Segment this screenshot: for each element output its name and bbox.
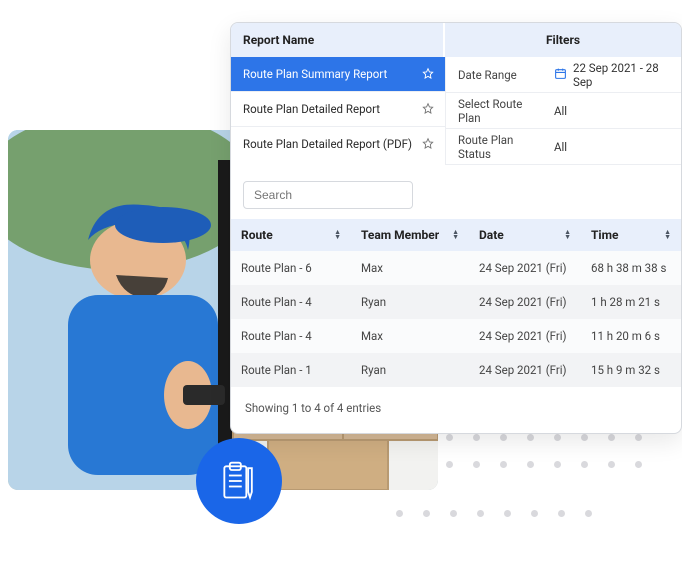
- dot-grid: [396, 510, 592, 517]
- cell-member: Ryan: [351, 353, 469, 387]
- filter-label: Date Range: [446, 68, 546, 82]
- cell-time: 1 h 28 m 21 s: [581, 285, 681, 319]
- report-item-detailed-pdf[interactable]: Route Plan Detailed Report (PDF): [231, 126, 445, 161]
- report-label: Route Plan Detailed Report: [243, 102, 380, 116]
- sort-icon: ▲▼: [664, 230, 671, 240]
- cell-date: 24 Sep 2021 (Fri): [469, 285, 581, 319]
- cell-route: Route Plan - 6: [231, 251, 351, 285]
- cell-time: 11 h 20 m 6 s: [581, 319, 681, 353]
- sort-icon: ▲▼: [452, 230, 459, 240]
- filter-route-plan[interactable]: Select Route Plan All: [446, 93, 681, 129]
- filter-label: Route Plan Status: [446, 133, 546, 161]
- col-time[interactable]: Time▲▼: [581, 219, 681, 251]
- report-badge: [196, 438, 282, 524]
- report-label: Route Plan Detailed Report (PDF): [243, 137, 412, 151]
- filter-value: All: [546, 140, 681, 154]
- cell-route: Route Plan - 1: [231, 353, 351, 387]
- filter-route-status[interactable]: Route Plan Status All: [446, 129, 681, 165]
- sort-icon: ▲▼: [564, 230, 571, 240]
- clipboard-icon: [217, 459, 261, 503]
- col-date[interactable]: Date▲▼: [469, 219, 581, 251]
- cell-date: 24 Sep 2021 (Fri): [469, 251, 581, 285]
- sort-icon: ▲▼: [334, 230, 341, 240]
- report-item-detailed[interactable]: Route Plan Detailed Report: [231, 91, 445, 126]
- filter-value: All: [546, 104, 681, 118]
- table-header: Route▲▼ Team Member▲▼ Date▲▼ Time▲▼: [231, 219, 681, 251]
- report-panel: Report Name Filters Route Plan Summary R…: [230, 22, 682, 434]
- panel-header: Report Name Filters: [231, 23, 681, 57]
- filters-column: Date Range 22 Sep 2021 - 28 Sep Select R…: [445, 57, 681, 165]
- report-item-summary[interactable]: Route Plan Summary Report: [231, 57, 445, 91]
- filter-label: Select Route Plan: [446, 97, 546, 125]
- cell-member: Max: [351, 319, 469, 353]
- table-footer: Showing 1 to 4 of 4 entries: [231, 387, 681, 433]
- search-wrap: [231, 165, 681, 219]
- star-icon[interactable]: [421, 102, 435, 116]
- table-body: Route Plan - 6 Max 24 Sep 2021 (Fri) 68 …: [231, 251, 681, 387]
- search-input[interactable]: [243, 181, 413, 209]
- table-row[interactable]: Route Plan - 6 Max 24 Sep 2021 (Fri) 68 …: [231, 251, 681, 285]
- col-route[interactable]: Route▲▼: [231, 219, 351, 251]
- filter-value: 22 Sep 2021 - 28 Sep: [546, 61, 681, 89]
- cell-time: 68 h 38 m 38 s: [581, 251, 681, 285]
- table-row[interactable]: Route Plan - 1 Ryan 24 Sep 2021 (Fri) 15…: [231, 353, 681, 387]
- cell-date: 24 Sep 2021 (Fri): [469, 319, 581, 353]
- cell-member: Ryan: [351, 285, 469, 319]
- col-member[interactable]: Team Member▲▼: [351, 219, 469, 251]
- cell-time: 15 h 9 m 32 s: [581, 353, 681, 387]
- calendar-icon: [554, 67, 567, 83]
- filter-value-text: 22 Sep 2021 - 28 Sep: [573, 61, 673, 89]
- header-filters: Filters: [445, 23, 681, 57]
- filter-date-range[interactable]: Date Range 22 Sep 2021 - 28 Sep: [446, 57, 681, 93]
- results-table: Route▲▼ Team Member▲▼ Date▲▼ Time▲▼ Rout…: [231, 219, 681, 387]
- cell-route: Route Plan - 4: [231, 319, 351, 353]
- report-list: Route Plan Summary Report Route Plan Det…: [231, 57, 445, 165]
- report-label: Route Plan Summary Report: [243, 67, 387, 81]
- star-icon[interactable]: [421, 137, 435, 151]
- header-report-name: Report Name: [231, 23, 445, 57]
- cell-member: Max: [351, 251, 469, 285]
- cell-date: 24 Sep 2021 (Fri): [469, 353, 581, 387]
- star-icon[interactable]: [421, 67, 435, 81]
- table-row[interactable]: Route Plan - 4 Max 24 Sep 2021 (Fri) 11 …: [231, 319, 681, 353]
- table-row[interactable]: Route Plan - 4 Ryan 24 Sep 2021 (Fri) 1 …: [231, 285, 681, 319]
- cell-route: Route Plan - 4: [231, 285, 351, 319]
